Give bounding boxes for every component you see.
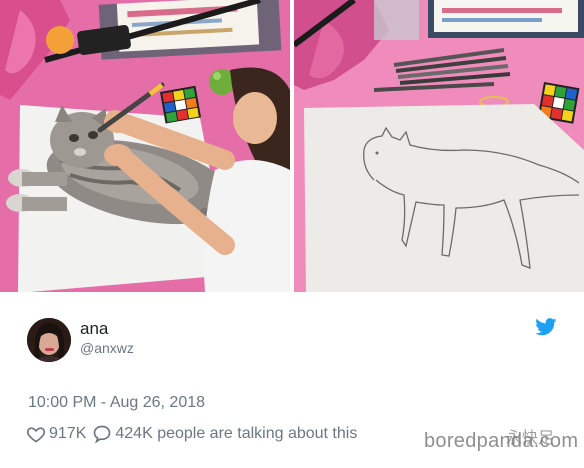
photo-grid: [0, 0, 584, 292]
photo-girl-tracing-cat-image: [0, 0, 290, 292]
photo-cat-outline-drawing[interactable]: [294, 0, 584, 292]
twitter-bird-icon[interactable]: [535, 318, 557, 336]
user-handle[interactable]: @anxwz: [80, 340, 134, 356]
heart-icon[interactable]: [26, 424, 46, 444]
site-watermark: boredpanda.com: [424, 430, 579, 452]
photo-cat-outline-drawing-image: [294, 0, 584, 292]
reply-count-text[interactable]: 424K people are talking about this: [115, 425, 357, 443]
avatar-image: [27, 318, 71, 362]
display-name[interactable]: ana: [80, 319, 108, 339]
tweet-engagement: 917K 424K people are talking about this: [26, 423, 357, 445]
user-avatar[interactable]: [27, 318, 71, 362]
like-count[interactable]: 917K: [49, 425, 86, 443]
cn-watermark: 永快足: [506, 430, 555, 447]
photo-girl-tracing-cat[interactable]: [0, 0, 290, 292]
tweet-timestamp[interactable]: 10:00 PM - Aug 26, 2018: [28, 394, 205, 412]
speech-bubble-icon[interactable]: [92, 424, 112, 444]
